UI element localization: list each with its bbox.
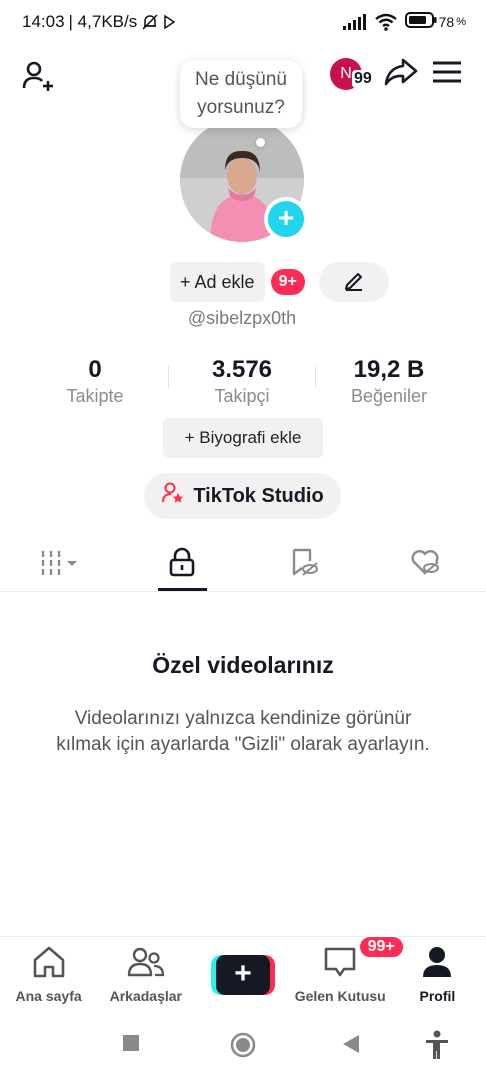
stat-value: 3.576 [211, 356, 273, 383]
home-icon [31, 945, 67, 984]
heart-hidden-icon [409, 547, 441, 582]
bubble-line-2: yorsunuz? [197, 97, 285, 118]
studio-user-star-icon [161, 481, 185, 511]
add-name-button[interactable]: + Ad ekle [170, 262, 265, 302]
home-circle-icon[interactable] [230, 1032, 256, 1063]
add-user-icon [20, 61, 56, 98]
stat-following[interactable]: 0 Takipte [22, 356, 168, 407]
wifi-icon [374, 13, 397, 31]
bell-off-icon [141, 13, 159, 31]
status-bar: 14:03 | 4,7KB/s 78% [0, 0, 486, 44]
nav-inbox[interactable]: 99+ Gelen Kutusu [292, 935, 405, 1010]
friends-icon [127, 945, 165, 984]
account-count: 99 [352, 70, 374, 88]
stat-label: Takipçi [214, 386, 270, 406]
nav-inbox-label: Gelen Kutusu [294, 988, 386, 1004]
tab-saved[interactable] [243, 538, 365, 591]
add-name-label: + Ad ekle [180, 271, 255, 292]
tiktok-studio-button[interactable]: TikTok Studio [144, 473, 341, 519]
lock-icon [168, 547, 196, 582]
nav-friends-label: Arkadaşlar [109, 988, 182, 1004]
inbox-icon [323, 945, 357, 984]
tab-private[interactable] [122, 538, 244, 591]
system-navigation [0, 1010, 486, 1080]
status-right: 78% [342, 12, 466, 31]
back-triangle-icon[interactable] [342, 1034, 360, 1059]
battery-indicator: 78% [404, 12, 466, 31]
notification-badge[interactable]: 9+ [270, 269, 305, 295]
recents-icon[interactable] [122, 1034, 140, 1057]
nav-create[interactable]: + [194, 937, 291, 1010]
accessibility-icon[interactable] [424, 1030, 450, 1065]
stat-label: Takipte [66, 386, 124, 406]
bubble-tail [256, 138, 265, 147]
battery-percent: 78 [438, 13, 455, 30]
tab-videos[interactable] [0, 538, 122, 591]
edit-profile-button[interactable] [318, 262, 389, 302]
percent-sign: % [456, 15, 466, 28]
nav-profile[interactable]: Profil [389, 937, 486, 1010]
header-actions: N 99 [330, 56, 462, 92]
nav-home-label: Ana sayfa [15, 988, 82, 1004]
stat-value: 0 [88, 356, 102, 383]
menu-icon[interactable] [432, 60, 462, 89]
stat-followers[interactable]: 3.576 Takipçi [169, 356, 315, 407]
bookmark-hidden-icon [289, 547, 319, 582]
plus-icon: + [277, 202, 295, 233]
stat-label: Beğeniler [350, 386, 428, 406]
add-avatar-button[interactable]: + [264, 197, 308, 241]
create-plus-icon: + [216, 955, 270, 995]
create-button[interactable]: + [211, 955, 275, 995]
play-store-icon [163, 15, 176, 29]
thoughts-bubble[interactable]: Ne düşünü yorsunuz? [180, 60, 302, 128]
empty-state-description: Videolarınızı yalnızca kendinize görünür… [56, 708, 430, 755]
add-bio-button[interactable]: + Biyografi ekle [163, 418, 323, 458]
grid-dropdown-icon [39, 547, 83, 582]
name-row: + Ad ekle 9+ [170, 262, 389, 302]
nav-friends[interactable]: Arkadaşlar [97, 937, 194, 1010]
username: @sibelzpx0th [0, 308, 486, 329]
stat-likes[interactable]: 19,2 B Beğeniler [316, 356, 462, 407]
studio-label: TikTok Studio [193, 484, 324, 507]
bubble-line-1: Ne düşünü [195, 69, 287, 90]
account-switcher[interactable]: N 99 [330, 56, 374, 92]
status-time: 14:03 [22, 12, 65, 31]
add-bio-label: + Biyografi ekle [184, 428, 302, 447]
pencil-icon [343, 269, 365, 296]
share-icon[interactable] [384, 57, 418, 92]
bottom-navigation: Ana sayfa Arkadaşlar + 99+ Gelen Kutusu … [0, 935, 486, 1010]
empty-state-title: Özel videolarınız [152, 652, 334, 678]
signal-icon [342, 13, 367, 30]
username-text: @sibelzpx0th [187, 308, 297, 328]
status-left: 14:03 | 4,7KB/s [22, 12, 176, 32]
nav-home[interactable]: Ana sayfa [0, 937, 97, 1010]
stat-value: 19,2 B [353, 356, 425, 383]
status-speed: | 4,7KB/s [68, 12, 138, 31]
content-tabs [0, 538, 486, 592]
profile-icon [421, 945, 453, 984]
add-friend-button[interactable] [20, 58, 56, 94]
nav-profile-label: Profil [419, 988, 456, 1004]
tab-liked[interactable] [365, 538, 486, 591]
stats-row: 0 Takipte 3.576 Takipçi 19,2 B Beğeniler [22, 356, 462, 407]
battery-icon [404, 12, 437, 31]
